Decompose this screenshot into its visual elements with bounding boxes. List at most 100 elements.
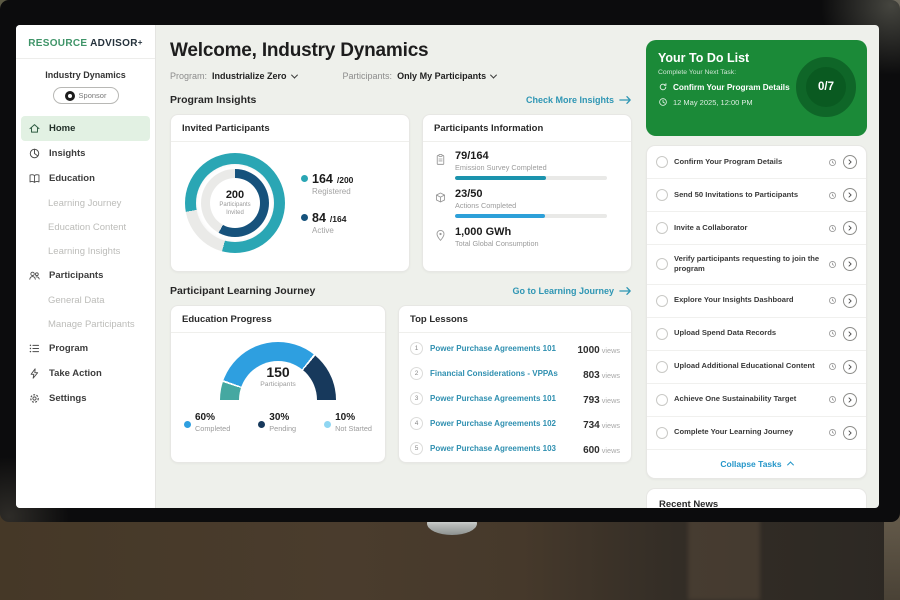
clock-icon <box>828 428 837 437</box>
stat-value: 79/164 <box>455 150 619 162</box>
lesson-link[interactable]: Power Purchase Agreements 103 <box>430 444 576 453</box>
checkbox[interactable] <box>656 361 668 373</box>
participants-select-value: Only My Participants <box>397 71 486 81</box>
collapse-tasks-link[interactable]: Collapse Tasks <box>647 450 866 478</box>
sidebar-item-learning-journey[interactable]: Learning Journey <box>16 191 155 215</box>
clock-icon <box>828 329 837 338</box>
checkbox[interactable] <box>656 295 668 307</box>
clock-icon <box>828 224 837 233</box>
chevron-right-button[interactable] <box>843 188 857 202</box>
todo-item-label: Send 50 Invitations to Participants <box>674 190 822 200</box>
todo-panel: Your To Do List Complete Your Next Task:… <box>646 25 867 508</box>
stat-value: 23/50 <box>455 188 619 200</box>
todo-item[interactable]: Complete Your Learning Journey <box>647 417 866 450</box>
sidebar-item-take-action[interactable]: Take Action <box>21 361 150 386</box>
todo-progress-ring: 0/7 <box>796 57 856 117</box>
todo-item-label: Complete Your Learning Journey <box>674 427 822 437</box>
checkbox[interactable] <box>656 427 668 439</box>
sidebar-item-insights[interactable]: Insights <box>21 141 150 166</box>
dashboard-screen: RESOURCE ADVISOR+ Industry Dynamics Spon… <box>16 25 879 508</box>
sidebar-item-home[interactable]: Home <box>21 116 150 141</box>
todo-item-label: Verify participants requesting to join t… <box>674 254 822 275</box>
participants-select[interactable]: Participants: Only My Participants <box>343 71 497 81</box>
stat-total-consumption: 1,000 GWh Total Global Consumption <box>423 218 631 248</box>
legend-total: /164 <box>330 214 347 224</box>
link-label: Go to Learning Journey <box>512 286 614 296</box>
clock-icon <box>828 260 837 269</box>
card-title: Education Progress <box>171 306 385 333</box>
chevron-right-button[interactable] <box>843 294 857 308</box>
invited-card-body: 200 Participants Invited 164 /200 Regist… <box>171 142 409 253</box>
lesson-rank: 5 <box>410 442 423 455</box>
lesson-row: 3 Power Purchase Agreements 101 793views <box>399 386 631 411</box>
todo-item[interactable]: Achieve One Sustainability Target <box>647 384 866 417</box>
sidebar-item-general-data[interactable]: General Data <box>16 288 155 312</box>
donut-center-label: Participants Invited <box>210 202 260 217</box>
legend-label: Active <box>312 226 353 235</box>
todo-item[interactable]: Explore Your Insights Dashboard <box>647 285 866 318</box>
gauge-center-value: 150 <box>220 364 336 380</box>
chevron-right-icon <box>846 396 854 404</box>
checkbox[interactable] <box>656 189 668 201</box>
clock-icon <box>828 191 837 200</box>
todo-item[interactable]: Upload Spend Data Records <box>647 318 866 351</box>
sidebar-item-education[interactable]: Education <box>21 166 150 191</box>
lesson-row: 4 Power Purchase Agreements 102 734views <box>399 411 631 436</box>
chevron-right-button[interactable] <box>843 257 857 271</box>
lesson-link[interactable]: Power Purchase Agreements 101 <box>430 344 571 353</box>
sidebar-item-education-content[interactable]: Education Content <box>16 215 155 239</box>
invited-donut-chart: 200 Participants Invited <box>185 153 285 253</box>
legend-value: 164 <box>312 172 333 186</box>
todo-item[interactable]: Invite a Collaborator <box>647 212 866 245</box>
lesson-link[interactable]: Financial Considerations - VPPAs <box>430 369 576 378</box>
checkbox[interactable] <box>656 258 668 270</box>
legend-label: Completed <box>195 424 230 433</box>
sidebar-item-manage-participants[interactable]: Manage Participants <box>16 312 155 336</box>
gauge-center-label: Participants <box>220 381 336 388</box>
go-to-learning-journey-link[interactable]: Go to Learning Journey <box>512 286 632 296</box>
chevron-right-icon <box>846 429 854 437</box>
legend-completed: 60%Completed <box>184 412 230 433</box>
lesson-views: 793 <box>583 395 600 406</box>
chevron-right-button[interactable] <box>843 327 857 341</box>
chevron-right-button[interactable] <box>843 426 857 440</box>
program-insights-header: Program Insights Check More Insights <box>170 94 632 106</box>
chevron-right-button[interactable] <box>843 221 857 235</box>
legend-dot <box>258 421 265 428</box>
todo-item[interactable]: Verify participants requesting to join t… <box>647 245 866 285</box>
todo-item[interactable]: Upload Additional Educational Content <box>647 351 866 384</box>
chevron-right-button[interactable] <box>843 393 857 407</box>
sidebar-item-learning-insights[interactable]: Learning Insights <box>16 239 155 263</box>
chevron-right-button[interactable] <box>843 360 857 374</box>
chevron-up-icon <box>787 461 794 468</box>
sidebar-item-settings[interactable]: Settings <box>21 386 150 411</box>
sidebar-item-program[interactable]: Program <box>21 336 150 361</box>
clock-icon <box>828 158 837 167</box>
sidebar-item-label: Participants <box>49 270 103 281</box>
checkbox[interactable] <box>656 328 668 340</box>
checkbox[interactable] <box>656 156 668 168</box>
program-select-label: Program: <box>170 71 207 81</box>
sidebar-item-label: Home <box>49 123 75 134</box>
todo-item-label: Explore Your Insights Dashboard <box>674 295 822 305</box>
lesson-link[interactable]: Power Purchase Agreements 102 <box>430 419 576 428</box>
donut-center-value: 200 <box>226 189 244 201</box>
chevron-right-button[interactable] <box>843 155 857 169</box>
brand-part-resource: RESOURCE <box>28 38 87 49</box>
checkbox[interactable] <box>656 222 668 234</box>
chevron-down-icon <box>490 71 497 78</box>
sponsor-seal-icon <box>65 91 75 101</box>
check-more-insights-link[interactable]: Check More Insights <box>526 95 632 105</box>
program-select[interactable]: Program: Industrialize Zero <box>170 71 297 81</box>
stat-value: 1,000 GWh <box>455 226 619 238</box>
lesson-link[interactable]: Power Purchase Agreements 101 <box>430 394 576 403</box>
sidebar-item-participants[interactable]: Participants <box>21 263 150 288</box>
chevron-right-icon <box>846 224 854 232</box>
todo-item-label: Invite a Collaborator <box>674 223 822 233</box>
lesson-rank: 1 <box>410 342 423 355</box>
link-label: Check More Insights <box>526 95 614 105</box>
checkbox[interactable] <box>656 394 668 406</box>
todo-item[interactable]: Confirm Your Program Details <box>647 146 866 179</box>
lesson-row: 5 Power Purchase Agreements 103 600views <box>399 436 631 461</box>
todo-item[interactable]: Send 50 Invitations to Participants <box>647 179 866 212</box>
